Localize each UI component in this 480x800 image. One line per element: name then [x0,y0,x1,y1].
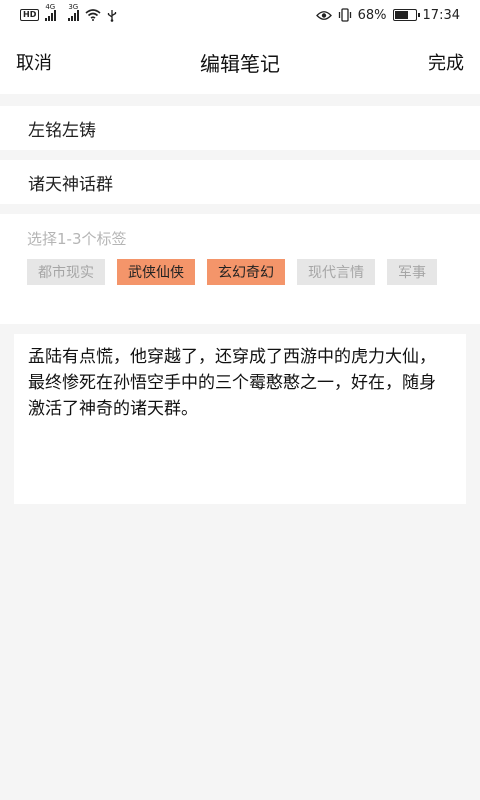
status-left: HD 4G 3G [20,3,117,22]
note-title-field[interactable]: 左铭左铸 [0,106,480,150]
tag-chip[interactable]: 武侠仙侠 [117,259,195,285]
eye-icon [315,10,332,20]
note-group-field[interactable]: 诸天神话群 [0,160,480,204]
wifi-icon [85,9,101,21]
status-bar: HD 4G 3G 68% 17:34 [0,0,480,30]
signal-icon: 3G [68,3,80,21]
tag-section: 选择1-3个标签 都市现实 武侠仙侠 玄幻奇幻 现代言情 军事 [0,214,480,324]
battery-icon [392,9,420,21]
done-button[interactable]: 完成 [428,49,464,75]
status-right: 68% 17:34 [315,7,460,23]
tag-chip[interactable]: 现代言情 [297,259,375,285]
battery-percent: 68% [357,7,387,23]
cancel-button[interactable]: 取消 [16,49,52,75]
usb-icon [108,9,117,22]
tag-chip[interactable]: 玄幻奇幻 [207,259,285,285]
tag-chip[interactable]: 军事 [387,259,437,285]
page-title: 编辑笔记 [200,51,280,76]
tag-hint: 选择1-3个标签 [27,230,127,248]
hd-icon: HD [20,9,40,21]
header-bar: 取消 编辑笔记 完成 [0,30,480,94]
note-content-textarea[interactable]: 孟陆有点慌，他穿越了，还穿成了西游中的虎力大仙，最终惨死在孙悟空手中的三个霉憨憨… [14,334,466,504]
tag-chip[interactable]: 都市现实 [27,259,105,285]
status-time: 17:34 [422,7,460,23]
signal-icon: 4G [45,3,57,21]
tag-list: 都市现实 武侠仙侠 玄幻奇幻 现代言情 军事 [27,259,447,285]
vibrate-icon [338,8,351,22]
